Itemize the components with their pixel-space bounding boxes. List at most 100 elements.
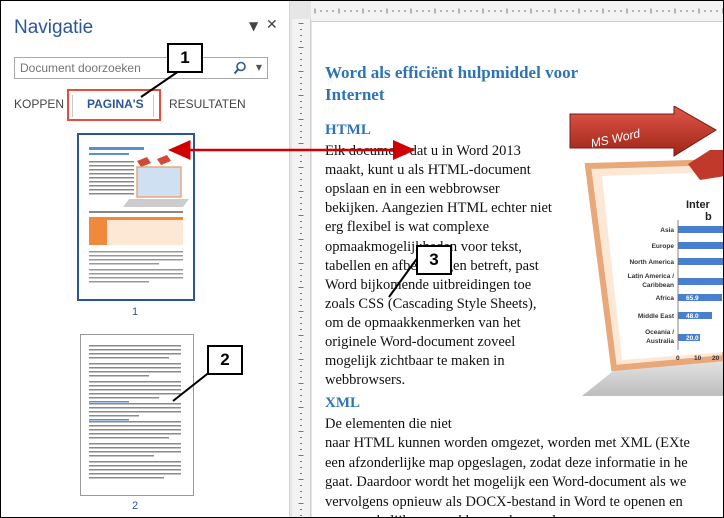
- ruler-tick: [298, 407, 304, 408]
- html-text-line: webbrowsers.: [325, 372, 406, 389]
- ruler-tick: [300, 329, 302, 330]
- ruler-tick: [300, 107, 302, 108]
- ruler-tick: [300, 83, 302, 84]
- ruler-tick: [300, 281, 302, 282]
- horizontal-ruler[interactable]: [311, 1, 724, 22]
- ruler-tick: [300, 389, 302, 390]
- ruler-tick: [298, 479, 304, 480]
- html-text-line: om de opmaakkenmerken van het: [325, 314, 521, 331]
- ruler-tick: [298, 167, 304, 168]
- ruler-tick: [300, 41, 302, 42]
- ruler-tick: [300, 449, 302, 450]
- document-title: Word als efficiënt hulpmiddel voor Inter…: [325, 62, 665, 106]
- ruler-tick: [300, 89, 302, 90]
- illustration: MS Word Inter b AsiaEuropeNorth AmericaL…: [569, 106, 723, 396]
- search-box: ▼: [14, 57, 268, 79]
- callout-2: 2: [207, 345, 243, 375]
- ruler-tick: [300, 203, 302, 204]
- ruler-tick: [300, 341, 302, 342]
- chart-bar: [678, 226, 723, 233]
- highlight-box: [67, 89, 161, 121]
- ruler-tick: [298, 119, 304, 120]
- ruler-tick: [298, 191, 304, 192]
- ruler-tick: [300, 377, 302, 378]
- html-text-line: mogelijk zichtbaar te maken in: [325, 353, 505, 370]
- chart-bar: [678, 258, 723, 265]
- search-options-icon[interactable]: ▼: [256, 63, 262, 72]
- ruler-tick: [298, 143, 304, 144]
- ruler-tick: [298, 383, 304, 384]
- ruler-tick: [300, 461, 302, 462]
- ruler-tick: [300, 275, 302, 276]
- page-number: 2: [132, 500, 139, 512]
- ruler-tick: [298, 431, 304, 432]
- tab-koppen[interactable]: KOPPEN: [14, 97, 64, 111]
- html-text-line: maakt, kunt u als HTML-document: [325, 162, 531, 179]
- ruler-tick: [298, 335, 304, 336]
- ruler-tick: [298, 263, 304, 264]
- ruler-tick: [300, 161, 302, 162]
- ruler-tick: [300, 251, 302, 252]
- ruler-tick: [300, 125, 302, 126]
- ruler-tick: [298, 503, 304, 504]
- ruler-tick: [300, 371, 302, 372]
- page-thumbnail-2[interactable]: [80, 334, 194, 496]
- ruler-tick: [300, 197, 302, 198]
- document-page[interactable]: Word als efficiënt hulpmiddel voor Inter…: [312, 22, 723, 517]
- ruler-tick: [300, 113, 302, 114]
- ruler-tick: [298, 455, 304, 456]
- ruler-tick: [300, 137, 302, 138]
- ruler-tick: [300, 485, 302, 486]
- chart-tick-label: 0: [676, 355, 680, 362]
- html-text-line: originele Word-document zoveel: [325, 334, 516, 350]
- xml-text-line: De elementen die niet: [325, 416, 452, 432]
- html-text-line: erg flexibel is wat complexe: [325, 219, 490, 236]
- ruler-tick: [300, 509, 302, 510]
- ruler-tick: [300, 149, 302, 150]
- ruler-tick: [300, 29, 302, 30]
- close-icon[interactable]: ✕: [266, 17, 278, 33]
- chart-value-label: 48.0: [686, 313, 699, 320]
- ruler-tick: [300, 395, 302, 396]
- ruler-tick: [298, 47, 304, 48]
- search-input[interactable]: [15, 58, 240, 78]
- xml-text-line: een afzonderlijke map opgeslagen, zodat …: [325, 454, 688, 471]
- ruler-tick: [300, 353, 302, 354]
- vertical-ruler[interactable]: [292, 19, 311, 518]
- ruler-tick: [300, 269, 302, 270]
- ruler-tick: [300, 437, 302, 438]
- chart-value-label: 20.0: [686, 335, 699, 342]
- chart-tick-label: 10: [694, 355, 702, 362]
- ruler-tick: [300, 413, 302, 414]
- tab-resultaten[interactable]: RESULTATEN: [169, 97, 246, 111]
- ruler-tick: [300, 443, 302, 444]
- ruler-tick: [300, 497, 302, 498]
- ruler-tick: [300, 245, 302, 246]
- chart-category-label: Africa: [656, 295, 675, 302]
- html-text-line: bekijken. Aangezien HTML echter niet: [325, 200, 552, 217]
- chart-bar: [678, 242, 723, 249]
- ruler-tick: [298, 359, 304, 360]
- ruler-tick: [298, 71, 304, 72]
- chart-category-label: North America: [629, 259, 674, 266]
- ruler-tick: [300, 515, 302, 516]
- ruler-tick: [300, 317, 302, 318]
- ruler-tick: [300, 65, 302, 66]
- chart-category-label: Asia: [660, 227, 674, 234]
- ruler-tick: [298, 23, 304, 24]
- window: Navigatie ▼ ✕ ▼ KOPPEN PAGINA'S RESULTAT…: [0, 0, 724, 518]
- chart-category-label: Caribbean: [642, 282, 674, 289]
- html-text-line: zoals CSS (Cascading Style Sheets),: [325, 295, 537, 312]
- ruler-tick: [300, 323, 302, 324]
- ruler-tick: [300, 305, 302, 306]
- chart-tick-label: 20: [712, 355, 720, 362]
- search-icon[interactable]: [233, 61, 247, 75]
- page-thumbnail-1[interactable]: [77, 133, 195, 301]
- ruler-tick: [298, 287, 304, 288]
- ruler-tick: [300, 473, 302, 474]
- nav-options-icon[interactable]: ▼: [249, 19, 258, 33]
- ruler-tick: [300, 185, 302, 186]
- chart-value-label: 65.9: [686, 295, 699, 302]
- chart-bar: [678, 278, 723, 285]
- chart-category-label: Australia: [646, 338, 674, 345]
